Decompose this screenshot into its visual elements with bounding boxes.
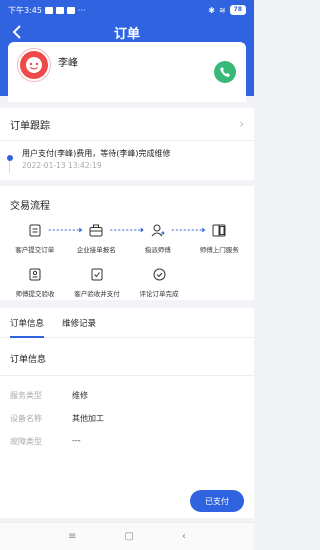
wifi-icon: ≋ xyxy=(218,5,226,15)
system-nav-bar: ≡ ▢ ‹ xyxy=(0,522,254,550)
info-value: 维修 xyxy=(72,391,88,400)
info-row: 服务类型 维修 xyxy=(0,384,254,407)
person-name: 李峰 xyxy=(58,57,78,69)
flow-step-label: 指派师傅 xyxy=(144,246,171,254)
back-button[interactable] xyxy=(8,23,26,41)
call-button[interactable] xyxy=(214,61,236,83)
flow-section: 交易流程 客户提交订单 企业接单报名 指派师傅 师傅上门服务 师傅提交验收 客户… xyxy=(0,186,254,300)
flow-step-label: 企业接单报名 xyxy=(76,246,116,254)
order-section: 订单信息 维修记录 订单信息 服务类型 维修 设备名称 其他加工 故障类型 --… xyxy=(0,308,254,518)
flow-step: 客户验收并支付 xyxy=(66,266,128,298)
tracking-event-time: 2022-01-13 13:42:19 xyxy=(22,161,102,170)
info-row: 设备名称 其他加工 xyxy=(0,407,254,430)
flow-step-label: 客户验收并支付 xyxy=(74,290,120,298)
timeline-dot-icon xyxy=(7,155,13,161)
flow-step-label: 评论订单完成 xyxy=(139,290,179,298)
flow-step: 师傅上门服务 xyxy=(189,222,251,254)
profile-card-bottom xyxy=(8,96,246,102)
paid-button[interactable]: 已支付 xyxy=(190,490,244,512)
page-title: 订单 xyxy=(113,26,140,42)
menu-icon[interactable]: ≡ xyxy=(68,531,76,542)
tracking-header[interactable]: 订单跟踪 › xyxy=(0,108,254,140)
status-time: 下午3:45 xyxy=(8,5,42,15)
bluetooth-icon: ✱ xyxy=(208,5,215,15)
notification-icon xyxy=(44,6,53,14)
info-key: 服务类型 xyxy=(10,391,42,400)
timeline-line xyxy=(9,161,10,173)
nav-bar: 订单 xyxy=(0,20,254,44)
tab-bar: 订单信息 维修记录 xyxy=(0,308,254,338)
checkbox-icon xyxy=(89,266,105,282)
chevron-right-icon: › xyxy=(239,117,244,131)
flow-step-label: 师傅提交验收 xyxy=(15,290,55,298)
flow-step: 客户提交订单 xyxy=(4,222,66,254)
assign-person-icon xyxy=(150,222,166,238)
flow-step: 评论订单完成 xyxy=(128,266,190,298)
briefcase-icon xyxy=(88,222,104,238)
id-card-icon xyxy=(27,266,43,282)
tracking-title: 订单跟踪 xyxy=(10,120,50,132)
tracking-section: 订单跟踪 › 用户支付(李峰)费用，等待(李峰)完成维修 2022-01-13 … xyxy=(0,108,254,180)
flow-step: 师傅提交验收 xyxy=(4,266,66,298)
tab-repair-records[interactable]: 维修记录 xyxy=(62,308,96,338)
info-key: 故障类型 xyxy=(10,437,42,446)
home-icon[interactable]: ▢ xyxy=(124,531,133,542)
battery-icon: 78 xyxy=(229,5,246,15)
tracking-event-text: 用户支付(李峰)费用，等待(李峰)完成维修 xyxy=(22,149,171,158)
info-value: --- xyxy=(72,436,81,445)
tab-order-info[interactable]: 订单信息 xyxy=(10,308,45,338)
flow-row-2: 师傅提交验收 客户验收并支付 评论订单完成 xyxy=(0,266,254,298)
info-key: 设备名称 xyxy=(10,414,42,423)
check-circle-icon xyxy=(151,266,167,282)
document-icon xyxy=(27,222,43,238)
more-dots-icon: ··· xyxy=(77,5,86,15)
phone-icon xyxy=(220,67,230,77)
profile-card: 李峰 xyxy=(8,42,246,96)
flow-step: 企业接单报名 xyxy=(66,222,128,254)
door-icon xyxy=(211,222,227,238)
avatar xyxy=(18,49,50,81)
flow-step-label: 师傅上门服务 xyxy=(199,246,239,254)
order-info-title: 订单信息 xyxy=(0,338,254,376)
avatar-face-icon xyxy=(26,57,42,73)
app-icon xyxy=(66,6,75,14)
back-nav-icon[interactable]: ‹ xyxy=(182,531,186,542)
status-bar: 下午3:45 ··· ✱ ≋ 78 xyxy=(0,0,254,20)
chevron-left-icon xyxy=(12,25,21,39)
flow-row-1: 客户提交订单 企业接单报名 指派师傅 师傅上门服务 xyxy=(0,222,254,254)
flow-title: 交易流程 xyxy=(10,200,50,212)
info-row: 故障类型 --- xyxy=(0,430,254,453)
info-value: 其他加工 xyxy=(72,414,104,423)
flow-step-label: 客户提交订单 xyxy=(15,246,55,254)
message-icon xyxy=(55,6,64,14)
flow-step: 指派师傅 xyxy=(127,222,189,254)
tracking-event: 用户支付(李峰)费用，等待(李峰)完成维修 2022-01-13 13:42:1… xyxy=(0,140,254,180)
header-area: 下午3:45 ··· ✱ ≋ 78 订单 李峰 xyxy=(0,0,254,96)
